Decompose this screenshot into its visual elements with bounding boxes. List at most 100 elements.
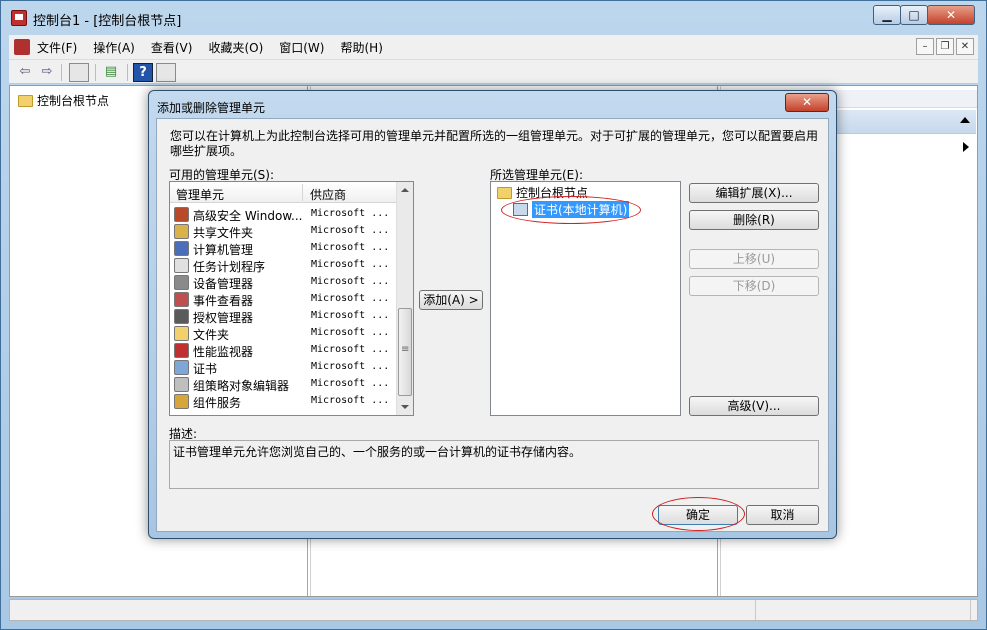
list-item[interactable]: 性能监视器 Microsoft ... <box>174 342 396 359</box>
snapin-name: 证书 <box>193 362 218 376</box>
menu-favorites[interactable]: 收藏夹(O) <box>208 39 263 56</box>
menu-bar: 文件(F) 操作(A) 查看(V) 收藏夹(O) 窗口(W) 帮助(H) – ❐… <box>9 35 978 59</box>
list-header: 管理单元 供应商 <box>170 182 398 203</box>
certificate-icon <box>174 360 189 375</box>
snapin-vendor: Microsoft ... <box>311 293 390 304</box>
console-icon[interactable] <box>14 39 30 55</box>
selected-snapins-tree[interactable]: 控制台根节点 证书(本地计算机) <box>490 181 681 416</box>
tree-item-label: 控制台根节点 <box>37 94 110 108</box>
red-highlight-ellipse <box>501 196 641 224</box>
scrollbar-thumb[interactable] <box>398 308 412 396</box>
more-actions-arrow-icon[interactable] <box>963 142 969 152</box>
advanced-button[interactable]: 高级(V)... <box>689 396 819 416</box>
list-item[interactable]: 证书 Microsoft ... <box>174 359 396 376</box>
list-item[interactable]: 计算机管理 Microsoft ... <box>174 240 396 257</box>
list-item[interactable]: 高级安全 Window... Microsoft ... <box>174 206 396 223</box>
mmc-app-icon <box>11 10 27 26</box>
folder-icon <box>18 94 33 107</box>
export-list-icon[interactable]: ▤ <box>101 63 121 82</box>
snapin-vendor: Microsoft ... <box>311 378 390 389</box>
dialog-body: 您可以在计算机上为此控制台选择可用的管理单元并配置所选的一组管理单元。对于可扩展… <box>156 118 829 532</box>
scroll-up-arrow-icon[interactable] <box>401 188 409 192</box>
snapin-name: 任务计划程序 <box>193 260 266 274</box>
snapin-name: 授权管理器 <box>193 311 254 325</box>
description-box: 证书管理单元允许您浏览自己的、一个服务的或一台计算机的证书存储内容。 <box>169 440 819 489</box>
status-divider <box>970 600 971 620</box>
folder-icon <box>174 326 189 341</box>
cancel-button[interactable]: 取消 <box>746 505 819 525</box>
list-item[interactable]: 设备管理器 Microsoft ... <box>174 274 396 291</box>
dialog-intro-text: 您可以在计算机上为此控制台选择可用的管理单元并配置所选的一组管理单元。对于可扩展… <box>170 129 819 158</box>
dialog-title: 添加或删除管理单元 <box>157 101 266 115</box>
device-manager-icon <box>174 275 189 290</box>
snapin-name: 高级安全 Window... <box>193 209 303 223</box>
scroll-down-arrow-icon[interactable] <box>401 405 409 409</box>
shared-folder-icon <box>174 224 189 239</box>
snapin-name: 共享文件夹 <box>193 226 254 240</box>
remove-button[interactable]: 删除(R) <box>689 210 819 230</box>
authorization-icon <box>174 309 189 324</box>
menu-help[interactable]: 帮助(H) <box>340 39 382 56</box>
minimize-button[interactable]: ▁ <box>873 5 901 25</box>
status-divider <box>755 600 756 620</box>
snapin-name: 文件夹 <box>193 328 230 342</box>
back-arrow-icon[interactable]: ⇦ <box>15 63 35 82</box>
mdi-close-button[interactable]: ✕ <box>956 38 974 55</box>
computer-management-icon <box>174 241 189 256</box>
list-item[interactable]: 共享文件夹 Microsoft ... <box>174 223 396 240</box>
snapin-name: 事件查看器 <box>193 294 254 308</box>
menu-action[interactable]: 操作(A) <box>93 39 135 56</box>
list-item[interactable]: 文件夹 Microsoft ... <box>174 325 396 342</box>
edit-extensions-button[interactable]: 编辑扩展(X)... <box>689 183 819 203</box>
close-button[interactable]: ✕ <box>927 5 975 25</box>
column-header-vendor[interactable]: 供应商 <box>310 186 346 203</box>
column-divider[interactable] <box>302 184 303 201</box>
snapin-vendor: Microsoft ... <box>311 276 390 287</box>
firewall-icon <box>174 207 189 222</box>
collapse-up-icon[interactable] <box>960 117 970 123</box>
component-services-icon <box>174 394 189 409</box>
add-button[interactable]: 添加(A) > <box>419 290 483 310</box>
toolbar: ⇦ ⇨ ▤ ? <box>9 59 978 84</box>
help-icon[interactable]: ? <box>133 63 153 82</box>
group-policy-icon <box>174 377 189 392</box>
list-scrollbar[interactable] <box>396 182 413 415</box>
menu-view[interactable]: 查看(V) <box>151 39 193 56</box>
toolbar-separator <box>95 64 96 81</box>
performance-monitor-icon <box>174 343 189 358</box>
column-header-snapin[interactable]: 管理单元 <box>176 186 224 203</box>
menu-file[interactable]: 文件(F) <box>37 39 77 56</box>
snapin-vendor: Microsoft ... <box>311 259 390 270</box>
snapin-vendor: Microsoft ... <box>311 225 390 236</box>
snapin-vendor: Microsoft ... <box>311 361 390 372</box>
move-down-button[interactable]: 下移(D) <box>689 276 819 296</box>
folder-icon <box>497 186 512 199</box>
show-hide-action-pane-icon[interactable] <box>156 63 176 82</box>
maximize-button[interactable]: □ <box>900 5 928 25</box>
snapin-vendor: Microsoft ... <box>311 327 390 338</box>
event-viewer-icon <box>174 292 189 307</box>
mdi-restore-button[interactable]: ❐ <box>936 38 954 55</box>
list-item[interactable]: 组策略对象编辑器 Microsoft ... <box>174 376 396 393</box>
snapin-name: 组件服务 <box>193 396 242 410</box>
dialog-close-button[interactable]: ✕ <box>785 93 829 112</box>
snapin-vendor: Microsoft ... <box>311 208 390 219</box>
red-highlight-ellipse <box>652 497 745 531</box>
forward-arrow-icon[interactable]: ⇨ <box>37 63 57 82</box>
clock-icon <box>174 258 189 273</box>
snapin-vendor: Microsoft ... <box>311 310 390 321</box>
available-snapins-list[interactable]: 管理单元 供应商 高级安全 Window... Microsoft ... 共享文件… <box>169 181 414 416</box>
tree-item-root[interactable]: 控制台根节点 <box>18 92 109 109</box>
show-hide-tree-icon[interactable] <box>69 63 89 82</box>
add-remove-snapins-dialog: 添加或删除管理单元 ✕ 您可以在计算机上为此控制台选择可用的管理单元并配置所选的… <box>148 90 837 539</box>
snapin-vendor: Microsoft ... <box>311 344 390 355</box>
menu-window[interactable]: 窗口(W) <box>279 39 324 56</box>
snapin-name: 性能监视器 <box>193 345 254 359</box>
list-item[interactable]: 授权管理器 Microsoft ... <box>174 308 396 325</box>
toolbar-separator <box>61 64 62 81</box>
mdi-minimize-button[interactable]: – <box>916 38 934 55</box>
list-item[interactable]: 事件查看器 Microsoft ... <box>174 291 396 308</box>
list-item[interactable]: 组件服务 Microsoft ... <box>174 393 396 410</box>
move-up-button[interactable]: 上移(U) <box>689 249 819 269</box>
list-item[interactable]: 任务计划程序 Microsoft ... <box>174 257 396 274</box>
